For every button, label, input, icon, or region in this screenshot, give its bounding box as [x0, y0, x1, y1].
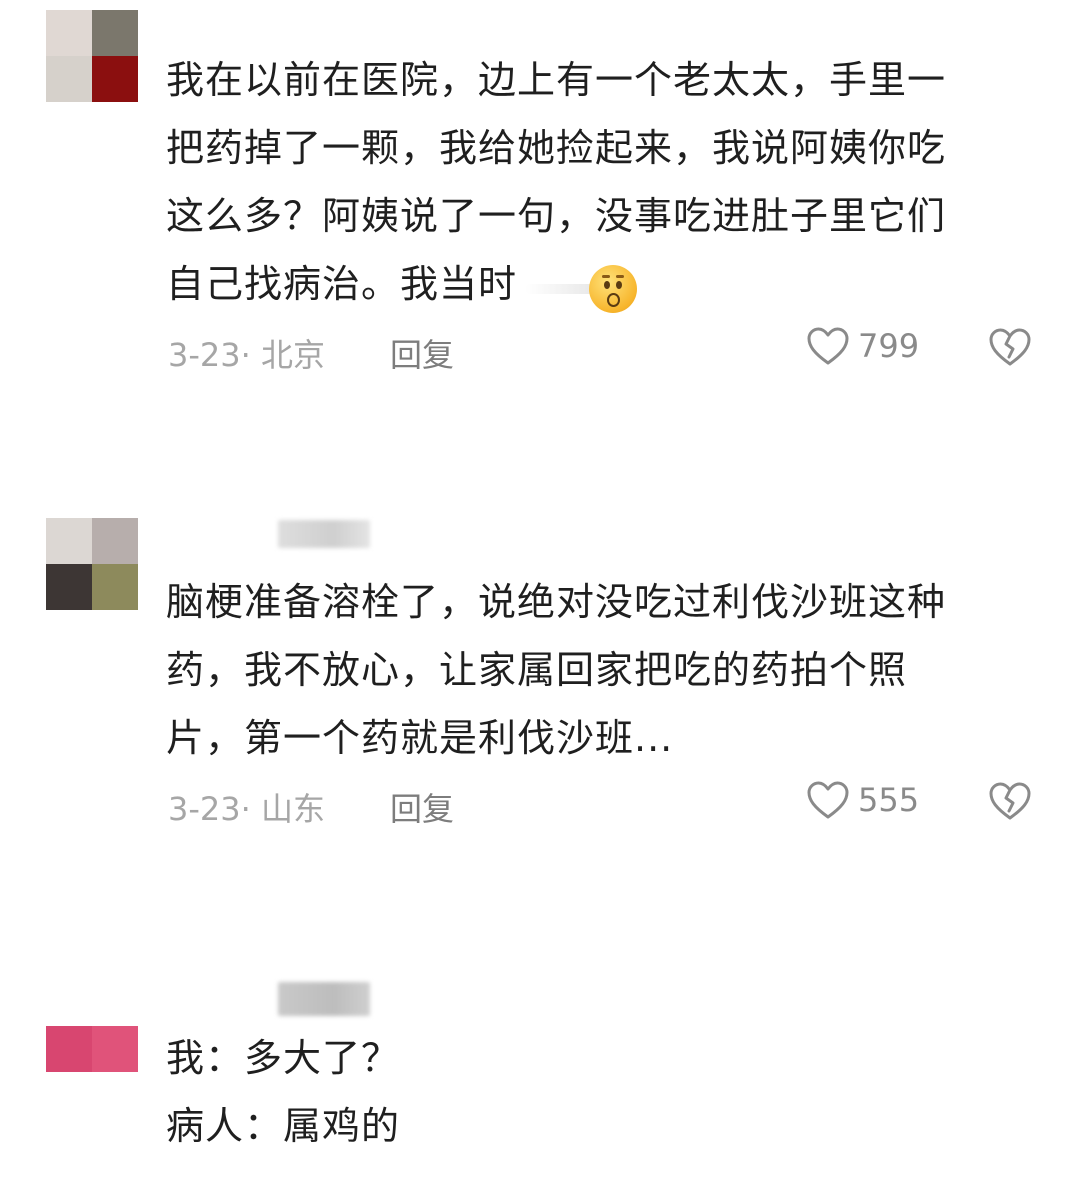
- comment-meta: 3-23· 山东 回复 555: [166, 780, 1036, 830]
- avatar-pixel: [46, 564, 92, 610]
- reply-button[interactable]: 回复: [390, 330, 454, 376]
- comment-line-text: 自己找病治。我当时: [166, 262, 518, 306]
- dislike-button[interactable]: [988, 780, 1032, 822]
- avatar-pixel: [92, 1072, 138, 1118]
- comment-date-location: 3-23· 北京: [168, 336, 325, 374]
- comment-line: 把药掉了一颗，我给她捡起来，我说阿姨你吃: [166, 126, 947, 170]
- avatar-pixel: [46, 10, 92, 56]
- avatar-pixel: [92, 1026, 138, 1072]
- dislike-button[interactable]: [988, 326, 1032, 368]
- avatar-pixel: [92, 10, 138, 56]
- avatar-pixel: [46, 1026, 92, 1072]
- username-blurred: [278, 520, 370, 548]
- avatar-pixel: [92, 564, 138, 610]
- comment-date-location: 3-23· 山东: [168, 790, 325, 828]
- username-blurred: [278, 982, 370, 1016]
- heart-icon: [806, 326, 850, 366]
- avatar[interactable]: [46, 1026, 138, 1118]
- comment-meta: 3-23· 北京 回复 799: [166, 326, 1036, 376]
- like-button[interactable]: 799: [806, 326, 919, 366]
- avatar-pixel: [92, 518, 138, 564]
- comment-line: 我在以前在医院，边上有一个老太太，手里一: [166, 58, 947, 102]
- comment-line: 我：多大了？: [166, 1036, 401, 1080]
- hushed-face-emoji: [525, 253, 638, 321]
- reply-button[interactable]: 回复: [390, 784, 454, 830]
- broken-heart-icon: [988, 780, 1032, 822]
- comment-line: 片，第一个药就是利伐沙班...: [166, 716, 674, 760]
- heart-icon: [806, 780, 850, 820]
- avatar[interactable]: [46, 10, 138, 102]
- comment-text: 我：多大了？ 病人：属鸡的: [166, 1024, 1016, 1160]
- avatar[interactable]: [46, 518, 138, 610]
- broken-heart-icon: [988, 326, 1032, 368]
- comment-text: 脑梗准备溶栓了，说绝对没吃过利伐沙班这种 药，我不放心，让家属回家把吃的药拍个照…: [166, 568, 1016, 772]
- avatar-pixel: [46, 56, 92, 102]
- comment-line: 脑梗准备溶栓了，说绝对没吃过利伐沙班这种: [166, 580, 947, 624]
- comment-text: 我在以前在医院，边上有一个老太太，手里一 把药掉了一颗，我给她捡起来，我说阿姨你…: [166, 46, 1016, 321]
- comment-line: 药，我不放心，让家属回家把吃的药拍个照: [166, 648, 908, 692]
- avatar-pixel: [46, 1072, 92, 1118]
- avatar-pixel: [46, 518, 92, 564]
- comment-line: 这么多？阿姨说了一句，没事吃进肚子里它们: [166, 194, 947, 238]
- like-count: 555: [858, 781, 920, 819]
- like-button[interactable]: 555: [806, 780, 919, 820]
- comment-line: 自己找病治。我当时: [166, 250, 1016, 321]
- like-count: 799: [858, 327, 920, 365]
- comment-line: 病人：属鸡的: [166, 1104, 401, 1148]
- avatar-pixel: [92, 56, 138, 102]
